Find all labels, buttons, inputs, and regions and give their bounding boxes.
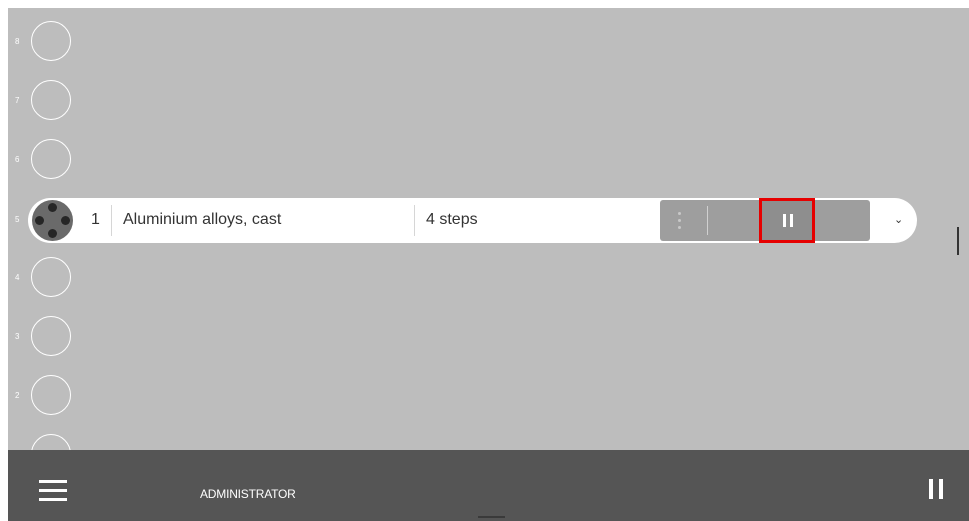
bottom-bar: ADMINISTRATOR [8,450,969,521]
slot-number: 7 [15,96,20,105]
scroll-indicator[interactable] [957,227,959,255]
slot-number: 6 [15,155,20,164]
divider [707,206,708,235]
divider [111,205,112,236]
slot-number: 4 [15,273,20,282]
method-row[interactable]: 1 Aluminium alloys, cast 4 steps ⌄ [28,198,917,243]
screen: 8 7 6 5 4 3 2 1 Aluminium alloys, cast 4… [8,8,969,521]
slot-number: 8 [15,37,20,46]
specimen-holder-icon [32,200,73,241]
slot-number: 5 [15,215,20,224]
pause-icon [783,214,793,227]
pause-process-button[interactable] [760,200,814,241]
method-name: Aluminium alloys, cast [123,211,282,228]
step-count: 4 steps [426,211,478,228]
divider [414,205,415,236]
slot-number: 3 [15,332,20,341]
slot-3-empty[interactable] [31,316,71,356]
process-controls [660,198,870,243]
slot-number: 2 [15,391,20,400]
slot-8-empty[interactable] [31,21,71,61]
more-vertical-icon[interactable] [676,212,682,230]
method-index: 1 [91,211,100,228]
slot-2-empty[interactable] [31,375,71,415]
chevron-down-icon[interactable]: ⌄ [894,213,903,226]
drawer-handle[interactable] [478,516,505,518]
slot-4-empty[interactable] [31,257,71,297]
user-name: ADMINISTRATOR [200,487,296,501]
pause-icon[interactable] [929,479,943,499]
slot-7-empty[interactable] [31,80,71,120]
slot-6-empty[interactable] [31,139,71,179]
menu-icon[interactable] [39,480,67,502]
